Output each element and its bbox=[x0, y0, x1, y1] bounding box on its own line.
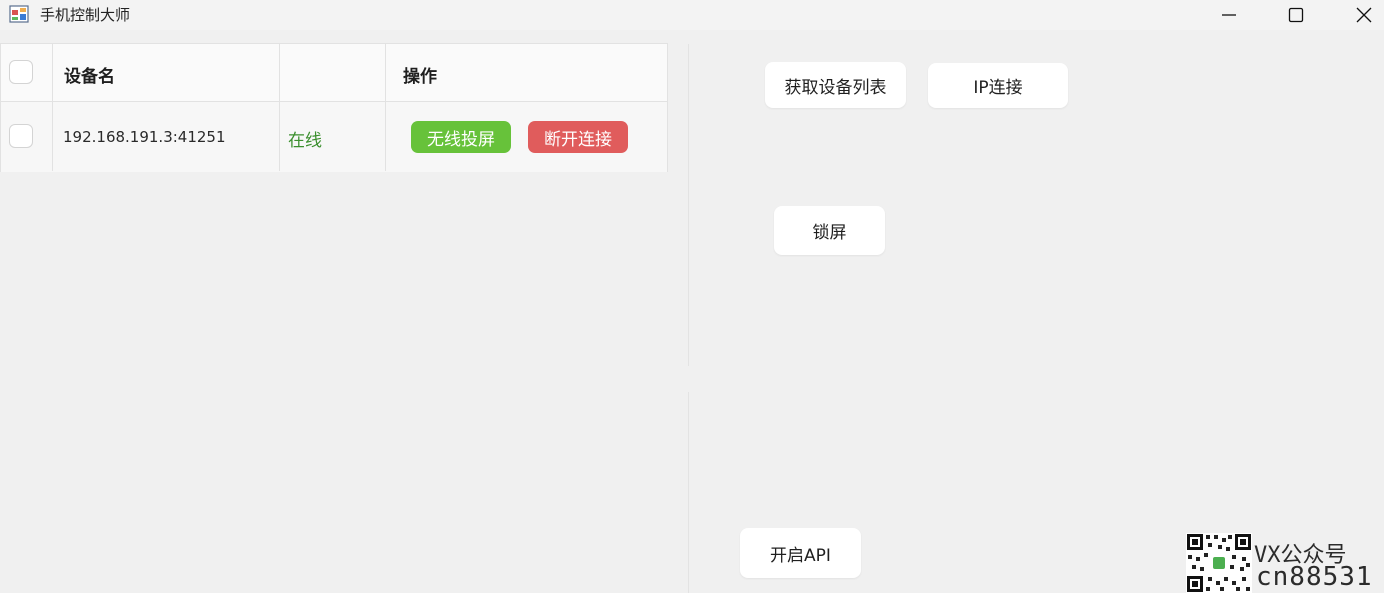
close-icon bbox=[1356, 7, 1372, 23]
column-divider bbox=[52, 44, 53, 171]
maximize-icon bbox=[1288, 7, 1304, 23]
device-address: 192.168.191.3:41251 bbox=[63, 128, 226, 146]
minimize-icon bbox=[1222, 14, 1236, 16]
panel-divider bbox=[688, 392, 689, 593]
minimize-button[interactable] bbox=[1206, 0, 1252, 30]
get-device-list-button[interactable]: 获取设备列表 bbox=[765, 62, 906, 108]
maximize-button[interactable] bbox=[1273, 0, 1319, 30]
watermark-id: cn88531 bbox=[1256, 562, 1373, 592]
lock-screen-button[interactable]: 锁屏 bbox=[774, 206, 885, 255]
window-title: 手机控制大师 bbox=[40, 6, 131, 24]
table-header: 设备名 操作 bbox=[1, 44, 667, 102]
close-button[interactable] bbox=[1341, 0, 1384, 30]
app-window-icon bbox=[9, 5, 29, 23]
table-row: 192.168.191.3:41251 在线 无线投屏 断开连接 bbox=[1, 102, 667, 172]
select-all-checkbox[interactable] bbox=[9, 60, 33, 84]
panel-divider bbox=[688, 44, 689, 366]
ip-connect-button[interactable]: IP连接 bbox=[928, 63, 1068, 108]
column-divider bbox=[385, 44, 386, 171]
disconnect-button[interactable]: 断开连接 bbox=[528, 121, 628, 153]
row-checkbox[interactable] bbox=[9, 124, 33, 148]
wireless-cast-button[interactable]: 无线投屏 bbox=[411, 121, 511, 153]
status-text: 在线 bbox=[288, 131, 322, 151]
qr-code-icon bbox=[1186, 533, 1252, 593]
open-api-button[interactable]: 开启API bbox=[740, 528, 861, 578]
header-actions: 操作 bbox=[403, 67, 437, 87]
device-table: 设备名 操作 192.168.191.3:41251 在线 无线投屏 断开连接 bbox=[0, 43, 668, 172]
title-bar: 手机控制大师 bbox=[0, 0, 1384, 30]
header-device-name: 设备名 bbox=[64, 67, 115, 87]
column-divider bbox=[279, 44, 280, 171]
